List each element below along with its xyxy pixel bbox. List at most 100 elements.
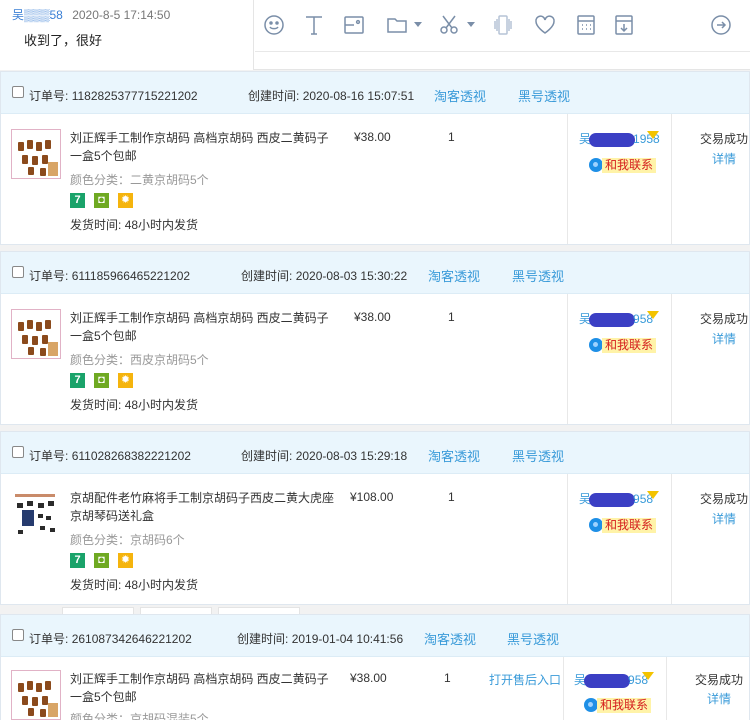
- created-label: 创建时间:: [237, 632, 289, 646]
- vibrate-icon[interactable]: [492, 14, 516, 38]
- contact-label: 和我联系: [602, 158, 657, 173]
- text-icon[interactable]: [303, 14, 327, 38]
- trade-status: 交易成功: [695, 673, 744, 687]
- image-icon[interactable]: [343, 14, 367, 38]
- product-title[interactable]: 刘正辉手工制作京胡码 高档京胡码 西皮二黄码子一盒5个包邮: [70, 129, 340, 165]
- calculator-icon[interactable]: [575, 14, 599, 38]
- buyer-name[interactable]: 吴 958: [579, 310, 653, 327]
- blacklist-link[interactable]: 黑号透视: [518, 86, 570, 105]
- smiley-icon[interactable]: [263, 14, 287, 38]
- guarantee-icon: ◘: [94, 193, 109, 208]
- archive-icon[interactable]: [613, 14, 637, 38]
- filter-icon[interactable]: [647, 131, 659, 139]
- scissors-icon[interactable]: [438, 14, 462, 38]
- order-created: 创建时间: 2020-08-03 15:29:18: [241, 447, 407, 464]
- product-sku: 颜色分类：西皮京胡码5个: [70, 353, 209, 367]
- chat-header: 吴▒▒▒58 2020-8-5 17:14:50: [12, 6, 170, 23]
- order-number: 订单号: 611185966465221202: [29, 267, 190, 284]
- order-number-value: 611028268382221202: [71, 449, 191, 463]
- folder-icon[interactable]: [386, 14, 410, 38]
- buyer-name[interactable]: 吴 958: [579, 490, 653, 507]
- sun-icon: ✹: [118, 553, 133, 568]
- ship-time: 发货时间: 48小时内发货: [70, 216, 198, 233]
- blacklist-link[interactable]: 黑号透视: [512, 266, 564, 285]
- ship-time-label: 发货时间:: [70, 398, 122, 412]
- order-checkbox[interactable]: [12, 266, 24, 278]
- order-number-value: 611185966465221202: [71, 269, 191, 283]
- detail-link[interactable]: 详情: [712, 150, 736, 167]
- contact-label: 和我联系: [602, 338, 657, 353]
- product-thumbnail[interactable]: [11, 309, 61, 359]
- order-checkbox[interactable]: [12, 86, 24, 98]
- chat-text: 收到了，很好: [24, 33, 103, 48]
- filter-icon[interactable]: [647, 311, 659, 319]
- ship-time-label: 发货时间:: [70, 218, 122, 232]
- product-title[interactable]: 刘正辉手工制作京胡码 高档京胡码 西皮二黄码子一盒5个包邮: [70, 670, 340, 706]
- column-divider: [666, 657, 667, 720]
- redaction-mark: [584, 673, 631, 688]
- detail-link[interactable]: 详情: [707, 690, 731, 707]
- product-thumbnail[interactable]: [11, 670, 61, 720]
- created-label: 创建时间:: [241, 449, 293, 463]
- chat-sender[interactable]: 吴▒▒▒58: [12, 8, 63, 22]
- column-divider: [567, 114, 568, 244]
- guarantee-icon: ◘: [94, 373, 109, 388]
- product-title[interactable]: 京胡配件老竹麻将手工制京胡码子西皮二黄大虎座京胡琴码送礼盒: [70, 489, 340, 525]
- order-header: 订单号: 611185966465221202 创建时间: 2020-08-03…: [1, 252, 749, 294]
- detail-link[interactable]: 详情: [712, 510, 736, 527]
- ship-time-value: 48小时内发货: [124, 398, 199, 412]
- heart-icon[interactable]: [534, 14, 558, 38]
- aftersale-link[interactable]: 打开售后入口: [489, 671, 561, 688]
- reply-icon[interactable]: [710, 14, 734, 38]
- order-number-label: 订单号:: [29, 89, 69, 103]
- ship-time-label: 发货时间:: [70, 578, 122, 592]
- product-sku: 颜色分类：京胡码6个: [70, 533, 185, 547]
- order-checkbox[interactable]: [12, 629, 24, 641]
- quantity: 1: [448, 490, 455, 504]
- chat-bubble-icon: [589, 338, 603, 352]
- filter-icon[interactable]: [642, 672, 654, 680]
- column-divider: [563, 657, 564, 720]
- created-value: 2019-01-04 10:41:56: [291, 632, 404, 646]
- column-divider: [671, 294, 672, 424]
- buyer-name[interactable]: 吴 958: [574, 671, 648, 688]
- trade-status: 交易成功: [700, 492, 749, 506]
- blacklist-link[interactable]: 黑号透视: [512, 446, 564, 465]
- order-card: 订单号: 611185966465221202 创建时间: 2020-08-03…: [0, 251, 750, 425]
- taoke-link[interactable]: 淘客透视: [424, 629, 476, 648]
- seven-day-return-icon: 7: [70, 193, 85, 208]
- product-thumbnail[interactable]: [11, 489, 61, 539]
- filter-icon[interactable]: [647, 491, 659, 499]
- order-number-label: 订单号:: [29, 449, 69, 463]
- product-thumbnail[interactable]: [11, 129, 61, 179]
- folder-dropdown-caret[interactable]: [414, 22, 422, 27]
- column-divider: [567, 294, 568, 424]
- trade-status: 交易成功: [700, 312, 749, 326]
- ship-time: 发货时间: 48小时内发货: [70, 576, 198, 593]
- chat-bubble-icon: [589, 518, 603, 532]
- product-title[interactable]: 刘正辉手工制作京胡码 高档京胡码 西皮二黄码子一盒5个包邮: [70, 309, 340, 345]
- taoke-link[interactable]: 淘客透视: [428, 266, 480, 285]
- redaction-mark: [589, 492, 636, 507]
- seven-day-return-icon: 7: [70, 553, 85, 568]
- order-checkbox[interactable]: [12, 446, 24, 458]
- chat-message: 吴▒▒▒58 2020-8-5 17:14:50 收到了，很好: [0, 0, 254, 70]
- order-header: 订单号: 261087342646221202 创建时间: 2019-01-04…: [1, 615, 749, 657]
- redaction-mark: [589, 132, 636, 147]
- guarantee-icon: ◘: [94, 553, 109, 568]
- quantity: 1: [444, 671, 451, 685]
- scissors-dropdown-caret[interactable]: [467, 22, 475, 27]
- blacklist-link[interactable]: 黑号透视: [507, 629, 559, 648]
- column-divider: [671, 474, 672, 604]
- taoke-link[interactable]: 淘客透视: [428, 446, 480, 465]
- taoke-link[interactable]: 淘客透视: [434, 86, 486, 105]
- order-number: 订单号: 611028268382221202: [29, 447, 191, 464]
- detail-link[interactable]: 详情: [712, 330, 736, 347]
- service-badges: 7 ◘ ✹: [70, 553, 142, 569]
- order-header: 订单号: 1182825377715221202 创建时间: 2020-08-1…: [1, 72, 749, 114]
- chat-time: 2020-8-5 17:14:50: [72, 8, 171, 22]
- service-badges: 7 ◘ ✹: [70, 373, 142, 389]
- order-card: 订单号: 261087342646221202 创建时间: 2019-01-04…: [0, 614, 750, 720]
- price: ¥108.00: [350, 490, 394, 504]
- order-created: 创建时间: 2020-08-16 15:07:51: [248, 87, 414, 104]
